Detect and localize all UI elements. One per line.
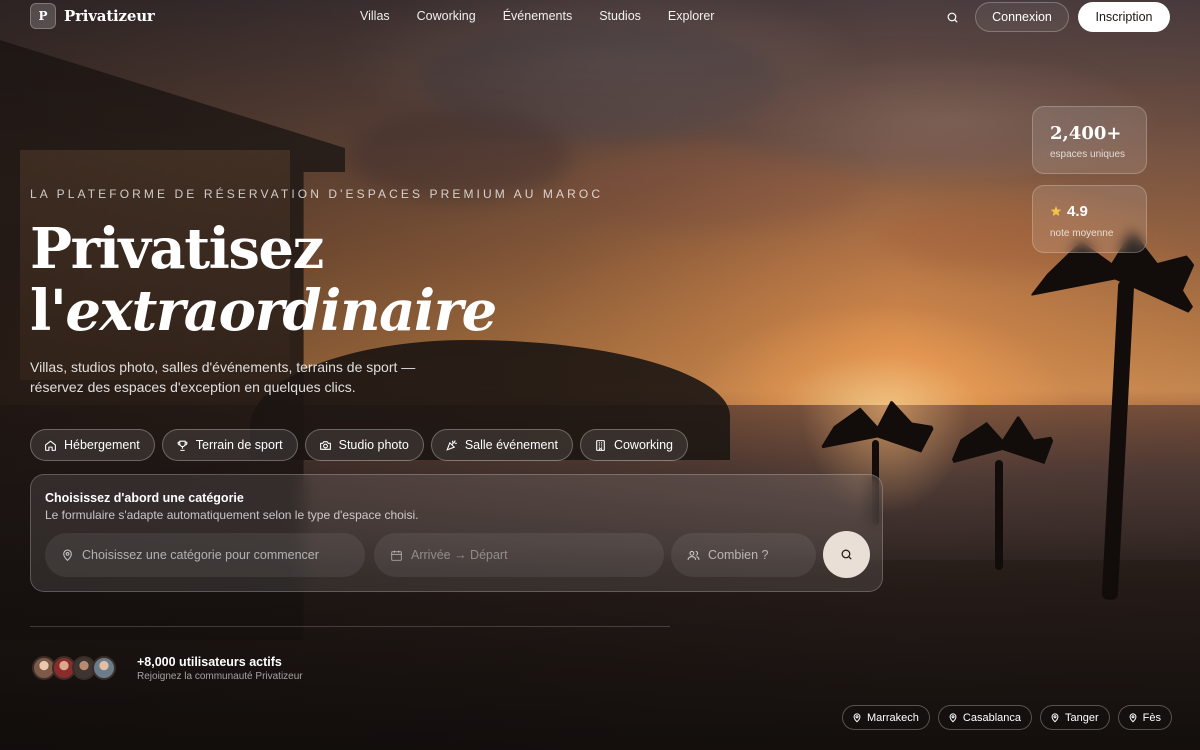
section-divider: [30, 626, 670, 627]
party-icon: [446, 439, 457, 451]
search-panel-subtitle: Le formulaire s'adapte automatiquement s…: [45, 508, 419, 522]
city-label: Casablanca: [962, 711, 1022, 724]
hero-title-emphasis: extraordinaire: [65, 278, 497, 344]
hero-title: Privatisez l'extraordinaire: [30, 216, 497, 344]
stat-rating-label: note moyenne: [1050, 228, 1114, 239]
city-chip-casablanca[interactable]: Casablanca: [937, 705, 1033, 730]
map-pin-icon: [1051, 712, 1059, 722]
category-chip-terrain-de-sport[interactable]: Terrain de sport: [161, 429, 298, 461]
nav-link-explorer[interactable]: Explorer: [668, 9, 715, 23]
camera-icon: [319, 440, 331, 450]
main-nav: Villas Coworking Événements Studios Expl…: [360, 9, 741, 23]
signup-button[interactable]: Inscription: [1078, 2, 1170, 32]
search-icon: [947, 12, 957, 22]
stat-spaces-value: 2,400+: [1050, 123, 1122, 144]
stat-card-rating: 4.9 note moyenne: [1032, 185, 1147, 253]
header-search-button[interactable]: [942, 8, 962, 26]
category-chip-coworking[interactable]: Coworking: [579, 429, 688, 461]
category-label: Studio photo: [338, 438, 409, 452]
community-subtitle: Rejoignez la communauté Privatizeur: [137, 671, 303, 682]
star-icon: [1050, 206, 1062, 216]
nav-link-villas[interactable]: Villas: [360, 9, 390, 23]
hero-subtitle: Villas, studios photo, salles d'événemen…: [30, 359, 416, 395]
logo-mark: P: [30, 3, 56, 29]
stat-spaces-label: espaces uniques: [1050, 149, 1126, 160]
brand-logo[interactable]: P Privatizeur: [30, 3, 155, 29]
category-chip-salle-evenement[interactable]: Salle événement: [430, 429, 573, 461]
location-placeholder: Choisissez une catégorie pour commencer: [82, 548, 319, 562]
map-pin-icon: [853, 712, 861, 722]
map-pin-icon: [1129, 712, 1137, 722]
category-label: Salle événement: [464, 438, 558, 452]
login-button[interactable]: Connexion: [975, 2, 1069, 32]
city-chip-marrakech[interactable]: Marrakech: [841, 705, 930, 730]
map-pin-icon: [949, 712, 957, 722]
community-title: +8,000 utilisateurs actifs: [137, 655, 282, 669]
category-chip-hebergement[interactable]: Hébergement: [30, 429, 155, 461]
city-label: Marrakech: [866, 711, 919, 724]
top-navbar: P Privatizeur Villas Coworking Événement…: [0, 0, 1200, 34]
map-pin-icon: [63, 549, 72, 561]
search-submit-button[interactable]: [823, 531, 870, 578]
category-label: Terrain de sport: [195, 438, 283, 452]
category-chips: Hébergement Terrain de sport Studio phot…: [30, 429, 688, 461]
location-field[interactable]: Choisissez une catégorie pour commencer: [45, 533, 365, 577]
users-icon: [687, 550, 700, 560]
category-chip-studio-photo[interactable]: Studio photo: [304, 429, 424, 461]
nav-link-evenements[interactable]: Événements: [503, 9, 572, 23]
calendar-icon: [391, 550, 402, 561]
stat-rating-value: 4.9: [1067, 203, 1088, 220]
home-icon: [45, 440, 56, 451]
search-icon: [841, 549, 852, 560]
guests-placeholder: Combien ?: [708, 548, 769, 562]
hero-eyebrow: La plateforme de réservation d'espaces p…: [30, 187, 604, 201]
city-label: Fès: [1142, 711, 1161, 724]
avatar: [92, 656, 116, 680]
city-chip-tanger[interactable]: Tanger: [1040, 705, 1110, 730]
search-panel-title: Choisissez d'abord une catégorie: [45, 491, 244, 505]
hero-title-line1: Privatisez: [30, 216, 324, 282]
city-label: Tanger: [1065, 711, 1099, 724]
dates-placeholder: Arrivée → Départ: [411, 548, 508, 562]
building-icon: [596, 439, 605, 451]
brand-name: Privatizeur: [64, 7, 155, 25]
nav-link-coworking[interactable]: Coworking: [417, 9, 476, 23]
hero-title-prefix: l': [30, 278, 67, 344]
city-chip-fes[interactable]: Fès: [1117, 705, 1172, 730]
nav-link-studios[interactable]: Studios: [599, 9, 641, 23]
trophy-icon: [177, 440, 188, 451]
city-chips: Marrakech Casablanca Tanger Fès: [841, 705, 1172, 730]
search-panel: Choisissez d'abord une catégorie Le form…: [30, 474, 883, 592]
category-label: Hébergement: [64, 438, 140, 452]
category-label: Coworking: [613, 438, 673, 452]
dates-field[interactable]: Arrivée → Départ: [374, 533, 664, 577]
guests-field[interactable]: Combien ?: [671, 533, 816, 577]
user-avatars: [32, 656, 116, 680]
stat-card-spaces: 2,400+ espaces uniques: [1032, 106, 1147, 174]
